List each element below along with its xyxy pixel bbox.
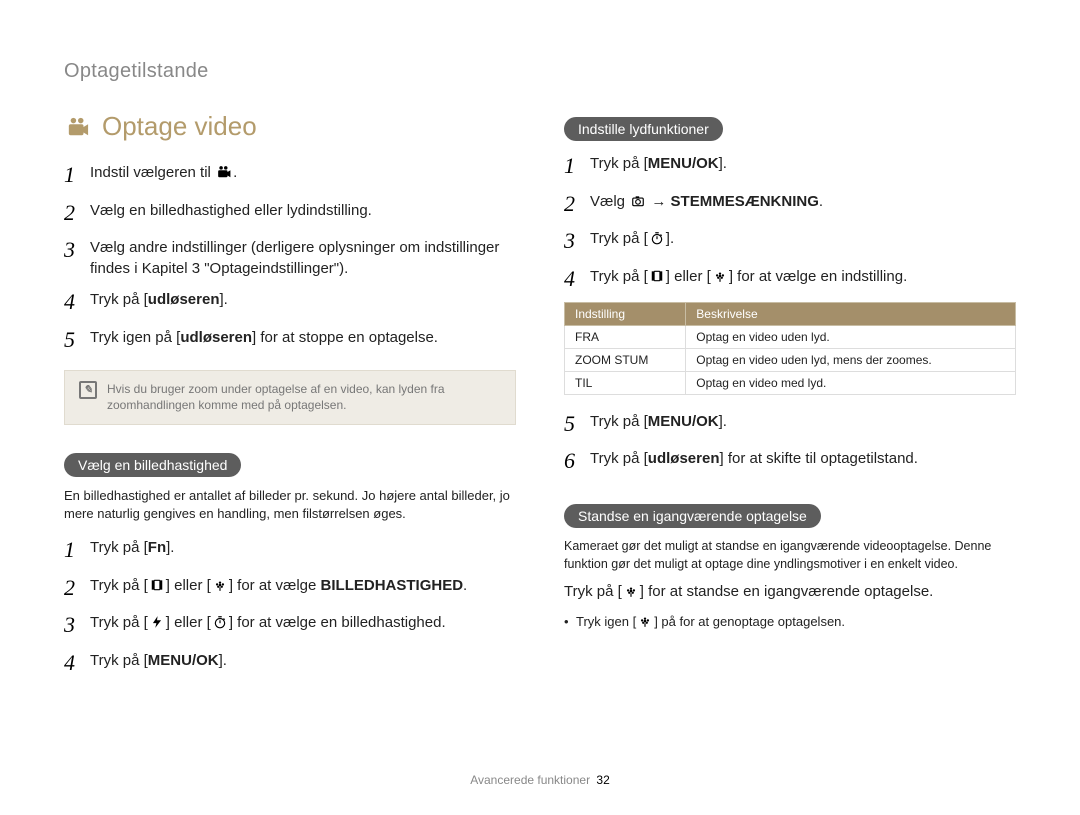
table-cell-setting: ZOOM STUM <box>565 348 686 371</box>
step-body: Tryk på [udløseren]. <box>90 287 228 317</box>
table-row: ZOOM STUMOptag en video uden lyd, mens d… <box>565 348 1016 371</box>
step-number: 2 <box>64 573 90 603</box>
step-item: 1Indstil vælgeren til . <box>64 160 516 190</box>
table-cell-description: Optag en video uden lyd, mens der zoomes… <box>686 348 1016 371</box>
table-header-setting: Indstilling <box>565 302 686 325</box>
step-item: 1Tryk på [MENU/OK]. <box>564 151 1016 181</box>
flower-down-icon <box>637 614 653 628</box>
step-item: 3Tryk på []. <box>564 226 1016 256</box>
step-number: 4 <box>564 264 590 294</box>
right-sub2a-steps: 1Tryk på [MENU/OK].2Vælg → STEMMESÆNKNIN… <box>564 151 1016 294</box>
table-cell-setting: FRA <box>565 325 686 348</box>
page-heading: Optage video <box>64 111 516 142</box>
right-column: Indstille lydfunktioner 1Tryk på [MENU/O… <box>564 111 1016 686</box>
flower-down-icon <box>212 578 228 592</box>
step-number: 6 <box>564 446 590 476</box>
right-sub3-line: Tryk på [] for at standse en igangværend… <box>564 581 1016 602</box>
left-sub1-intro: En billedhastighed er antallet af billed… <box>64 487 516 523</box>
step-number: 3 <box>64 235 90 279</box>
step-body: Tryk på [MENU/OK]. <box>590 151 727 181</box>
step-body: Tryk på [Fn]. <box>90 535 174 565</box>
section-title: Optagetilstande <box>64 60 1016 83</box>
step-number: 1 <box>64 160 90 190</box>
step-body: Vælg → STEMMESÆNKNING. <box>590 189 823 219</box>
step-item: 2Tryk på [] eller [] for at vælge BILLED… <box>64 573 516 603</box>
step-body: Tryk igen på [udløseren] for at stoppe e… <box>90 325 438 355</box>
step-body: Indstil vælgeren til . <box>90 160 237 190</box>
table-header-description: Beskrivelse <box>686 302 1016 325</box>
step-number: 5 <box>564 409 590 439</box>
step-body: Tryk på []. <box>590 226 674 256</box>
step-number: 5 <box>64 325 90 355</box>
step-item: 5Tryk igen på [udløseren] for at stoppe … <box>64 325 516 355</box>
left-main-steps: 1Indstil vælgeren til .2Vælg en billedha… <box>64 160 516 354</box>
step-item: 2Vælg → STEMMESÆNKNING. <box>564 189 1016 219</box>
step-number: 1 <box>564 151 590 181</box>
step-body: Tryk på [] eller [] for at vælge BILLEDH… <box>90 573 467 603</box>
videocam-small-icon <box>216 165 232 179</box>
table-cell-description: Optag en video uden lyd. <box>686 325 1016 348</box>
note-box: ✎ Hvis du bruger zoom under optagelse af… <box>64 370 516 424</box>
footer-page: 32 <box>596 773 609 787</box>
step-item: 2Vælg en billedhastighed eller lydindsti… <box>64 198 516 228</box>
table-row: FRAOptag en video uden lyd. <box>565 325 1016 348</box>
step-body: Vælg en billedhastighed eller lydindstil… <box>90 198 372 228</box>
camera-icon <box>630 194 646 208</box>
step-number: 4 <box>64 287 90 317</box>
step-item: 3Tryk på [] eller [] for at vælge en bil… <box>64 610 516 640</box>
timer-icon <box>649 231 665 245</box>
step-number: 2 <box>64 198 90 228</box>
step-item: 5Tryk på [MENU/OK]. <box>564 409 1016 439</box>
table-cell-setting: TIL <box>565 371 686 394</box>
step-number: 4 <box>64 648 90 678</box>
step-body: Tryk på [MENU/OK]. <box>590 409 727 439</box>
step-body: Tryk på [udløseren] for at skifte til op… <box>590 446 918 476</box>
table-cell-description: Optag en video med lyd. <box>686 371 1016 394</box>
footer-label: Avancerede funktioner <box>470 773 590 787</box>
left-sub1-pill: Vælg en billedhastighed <box>64 453 241 477</box>
step-item: 4Tryk på [] eller [] for at vælge en ind… <box>564 264 1016 294</box>
left-sub1-steps: 1Tryk på [Fn].2Tryk på [] eller [] for a… <box>64 535 516 678</box>
note-icon: ✎ <box>79 381 97 399</box>
step-item: 4Tryk på [MENU/OK]. <box>64 648 516 678</box>
step-number: 3 <box>564 226 590 256</box>
timer-icon <box>212 615 228 629</box>
step-body: Tryk på [] eller [] for at vælge en inds… <box>590 264 907 294</box>
macro-left-icon <box>149 578 165 592</box>
right-sub2-pill: Indstille lydfunktioner <box>564 117 723 141</box>
left-column: Optage video 1Indstil vælgeren til .2Væl… <box>64 111 516 686</box>
flower-down-icon <box>623 584 639 598</box>
flash-icon <box>149 615 165 629</box>
step-item: 3Vælg andre indstillinger (derligere opl… <box>64 235 516 279</box>
settings-table: Indstilling Beskrivelse FRAOptag en vide… <box>564 302 1016 395</box>
table-row: TILOptag en video med lyd. <box>565 371 1016 394</box>
macro-left-icon <box>649 269 665 283</box>
step-item: 1Tryk på [Fn]. <box>64 535 516 565</box>
flower-down-icon <box>712 269 728 283</box>
step-body: Tryk på [MENU/OK]. <box>90 648 227 678</box>
note-text: Hvis du bruger zoom under optagelse af e… <box>107 381 501 413</box>
right-sub3-pill: Standse en igangværende optagelse <box>564 504 821 528</box>
step-body: Tryk på [] eller [] for at vælge en bill… <box>90 610 446 640</box>
step-number: 3 <box>64 610 90 640</box>
step-item: 6Tryk på [udløseren] for at skifte til o… <box>564 446 1016 476</box>
page-footer: Avancerede funktioner 32 <box>0 773 1080 787</box>
step-body: Vælg andre indstillinger (derligere oply… <box>90 235 516 279</box>
step-number: 1 <box>64 535 90 565</box>
right-sub3-bullet-body: Tryk igen [] på for at genoptage optagel… <box>576 614 845 629</box>
right-sub3-bullet: • Tryk igen [] på for at genoptage optag… <box>564 614 1016 629</box>
step-number: 2 <box>564 189 590 219</box>
page-heading-text: Optage video <box>102 111 257 142</box>
step-item: 4Tryk på [udløseren]. <box>64 287 516 317</box>
right-sub3-intro: Kameraet gør det muligt at standse en ig… <box>564 538 1016 573</box>
right-sub2b-steps: 5Tryk på [MENU/OK].6Tryk på [udløseren] … <box>564 409 1016 476</box>
videocam-icon <box>64 116 92 138</box>
